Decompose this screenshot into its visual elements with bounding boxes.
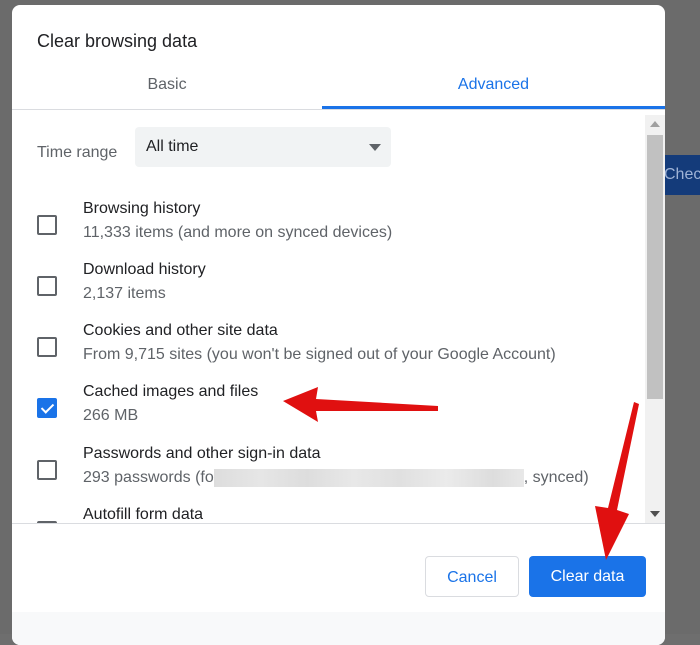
red-arrow-icon [283,387,438,422]
annotation-arrows [283,387,639,560]
red-arrow-icon [595,402,639,560]
